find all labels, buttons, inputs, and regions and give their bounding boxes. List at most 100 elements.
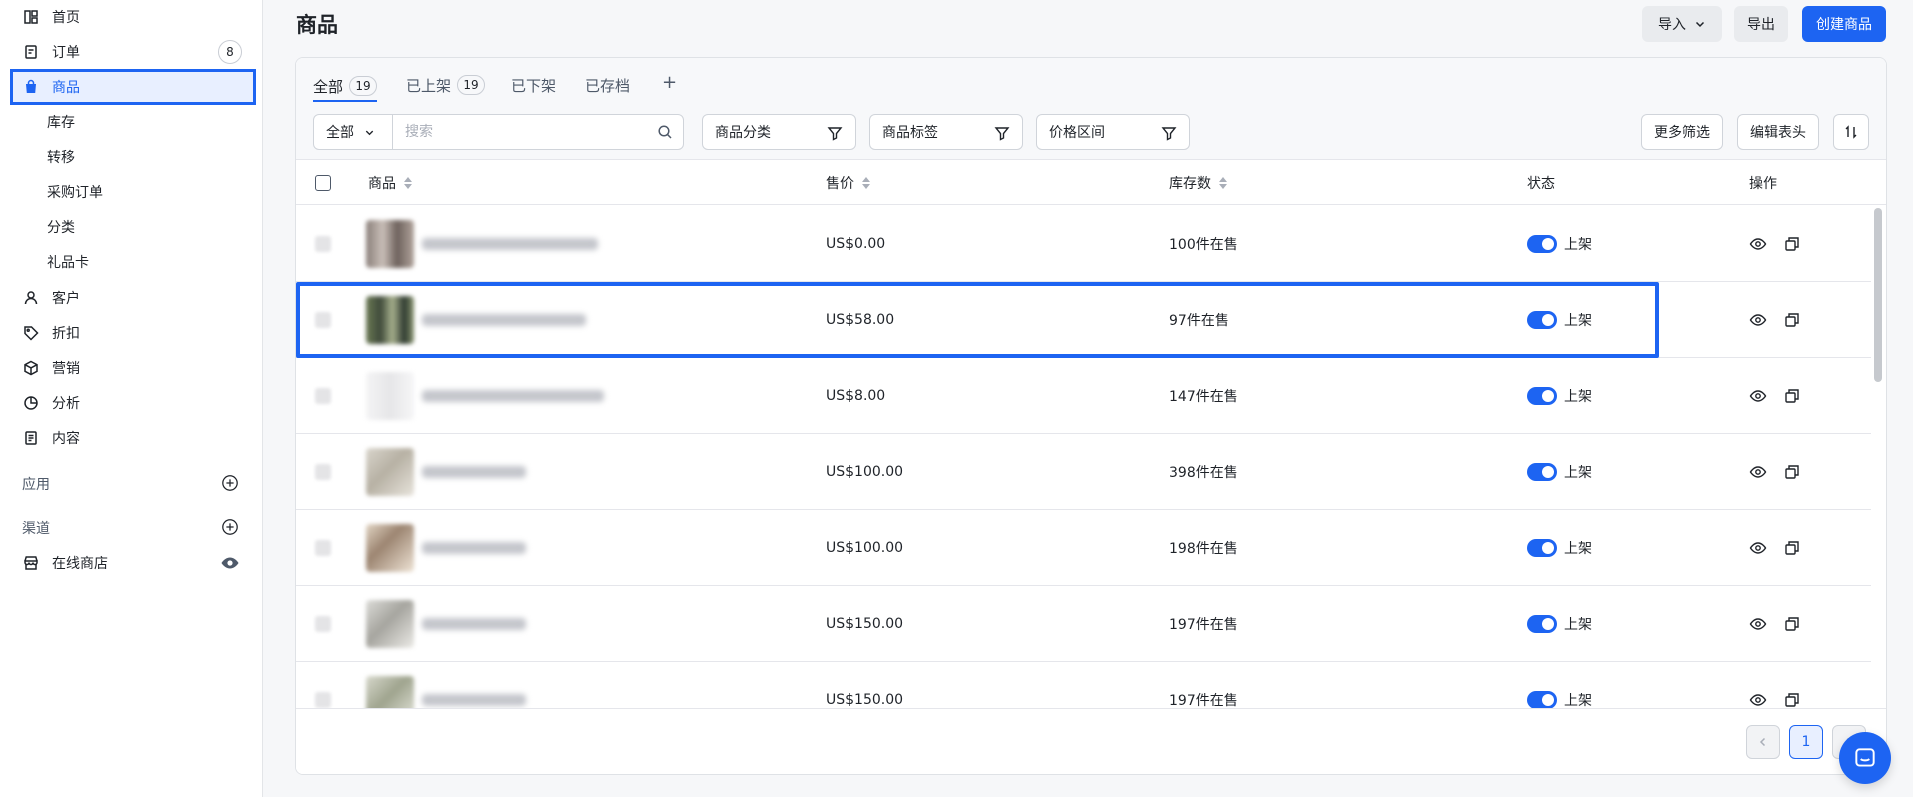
sidebar-item-analytics[interactable]: 分析 [10, 385, 256, 421]
row-checkbox[interactable] [315, 692, 331, 708]
tab-all[interactable]: 全部 19 [313, 72, 378, 102]
sidebar-item-content[interactable]: 内容 [10, 420, 256, 456]
row-checkbox[interactable] [315, 616, 331, 632]
category-filter[interactable]: 商品分类 [702, 114, 856, 150]
eye-icon[interactable] [1749, 691, 1767, 709]
column-stock[interactable]: 库存数 [1169, 161, 1227, 205]
column-status: 状态 [1527, 161, 1555, 205]
tab-archived[interactable]: 已存档 [585, 72, 630, 98]
tab-listed[interactable]: 已上架 19 [406, 72, 486, 98]
copy-icon[interactable] [1783, 311, 1801, 329]
view-online-store-button[interactable] [220, 553, 240, 573]
product-name-redacted[interactable] [422, 466, 526, 478]
tab-unlisted[interactable]: 已下架 [511, 72, 556, 98]
status-toggle[interactable] [1527, 615, 1557, 633]
copy-icon[interactable] [1783, 463, 1801, 481]
copy-icon[interactable] [1783, 387, 1801, 405]
copy-icon[interactable] [1783, 615, 1801, 633]
sidebar-subitem-transfer[interactable]: 转移 [47, 146, 75, 170]
table-row[interactable]: US$150.00 197件在售 上架 [296, 586, 1871, 662]
row-checkbox[interactable] [315, 312, 331, 328]
status-toggle[interactable] [1527, 539, 1557, 557]
table-scrollbar[interactable] [1874, 208, 1882, 382]
product-name-redacted[interactable] [422, 314, 586, 326]
edit-columns-button[interactable]: 编辑表头 [1737, 114, 1819, 150]
price-cell: US$100.00 [826, 540, 904, 556]
sidebar-item-label: 客户 [52, 291, 80, 307]
eye-icon[interactable] [1749, 311, 1767, 329]
row-checkbox[interactable] [315, 540, 331, 556]
bag-icon [22, 78, 40, 96]
row-checkbox[interactable] [315, 464, 331, 480]
sort-button[interactable] [1833, 114, 1869, 150]
sidebar-subitem-categories[interactable]: 分类 [47, 216, 75, 240]
copy-icon[interactable] [1783, 539, 1801, 557]
sort-icon [1845, 125, 1857, 139]
prev-page-button[interactable] [1746, 725, 1780, 759]
eye-icon[interactable] [1749, 615, 1767, 633]
select-all-checkbox[interactable] [315, 175, 331, 191]
status-cell: 上架 [1527, 358, 1592, 434]
more-filters-button[interactable]: 更多筛选 [1641, 114, 1723, 150]
sidebar-item-orders[interactable]: 订单 8 [10, 34, 256, 70]
sidebar-item-home[interactable]: 首页 [10, 0, 256, 35]
chat-support-button[interactable] [1839, 732, 1891, 784]
table-row[interactable]: US$58.00 97件在售 上架 [296, 282, 1871, 358]
add-channel-button[interactable] [220, 517, 240, 537]
eye-icon[interactable] [1749, 463, 1767, 481]
copy-icon[interactable] [1783, 235, 1801, 253]
table-row[interactable]: US$100.00 198件在售 上架 [296, 510, 1871, 586]
add-app-button[interactable] [220, 473, 240, 493]
product-name-redacted[interactable] [422, 238, 598, 250]
table-row[interactable]: US$8.00 147件在售 上架 [296, 358, 1871, 434]
sidebar-item-marketing[interactable]: 营销 [10, 350, 256, 386]
eye-icon[interactable] [1749, 539, 1767, 557]
eye-icon[interactable] [1749, 235, 1767, 253]
filter-bar: 全部 19 已上架 19 已下架 已存档 + 全部 商品分类 商品标签 价格区 [296, 58, 1886, 160]
export-button[interactable]: 导出 [1734, 6, 1788, 42]
column-product[interactable]: 商品 [368, 161, 412, 205]
add-tab-button[interactable]: + [662, 72, 677, 93]
product-name-redacted[interactable] [422, 694, 526, 706]
sidebar-subitem-purchase-orders[interactable]: 采购订单 [47, 181, 103, 205]
sidebar-item-label: 营销 [52, 361, 80, 377]
status-toggle[interactable] [1527, 235, 1557, 253]
product-name-redacted[interactable] [422, 390, 604, 402]
status-label: 上架 [1564, 389, 1592, 405]
search-input[interactable] [392, 114, 684, 150]
page-number-button[interactable]: 1 [1789, 725, 1823, 759]
price-range-filter[interactable]: 价格区间 [1036, 114, 1190, 150]
product-thumbnail [366, 220, 414, 268]
sidebar-subitem-gift-cards[interactable]: 礼品卡 [47, 251, 89, 275]
status-toggle[interactable] [1527, 387, 1557, 405]
copy-icon[interactable] [1783, 691, 1801, 709]
user-icon [22, 289, 40, 307]
create-product-label: 创建商品 [1816, 17, 1872, 33]
sidebar-item-discounts[interactable]: 折扣 [10, 315, 256, 351]
actions-cell [1749, 586, 1801, 662]
status-label: 上架 [1564, 693, 1592, 709]
row-checkbox[interactable] [315, 236, 331, 252]
product-name-redacted[interactable] [422, 618, 526, 630]
sidebar-subitem-inventory[interactable]: 库存 [47, 111, 75, 135]
sidebar-item-products[interactable]: 商品 [10, 69, 256, 105]
create-product-button[interactable]: 创建商品 [1802, 6, 1886, 42]
table-row[interactable]: US$0.00 100件在售 上架 [296, 206, 1871, 282]
product-thumbnail [366, 372, 414, 420]
table-row[interactable]: US$100.00 398件在售 上架 [296, 434, 1871, 510]
row-checkbox[interactable] [315, 388, 331, 404]
stock-cell: 398件在售 [1169, 465, 1238, 481]
search-icon[interactable] [657, 124, 673, 140]
import-button[interactable]: 导入 [1642, 6, 1722, 42]
column-price[interactable]: 售价 [826, 161, 870, 205]
search-scope-select[interactable]: 全部 [313, 114, 393, 150]
status-toggle[interactable] [1527, 463, 1557, 481]
sidebar-item-customers[interactable]: 客户 [10, 280, 256, 316]
tag-filter[interactable]: 商品标签 [869, 114, 1023, 150]
product-name-redacted[interactable] [422, 542, 526, 554]
status-toggle[interactable] [1527, 311, 1557, 329]
eye-icon[interactable] [1749, 387, 1767, 405]
tab-label: 已下架 [511, 76, 557, 95]
sidebar-item-label: 折扣 [52, 326, 80, 342]
status-toggle[interactable] [1527, 691, 1557, 709]
